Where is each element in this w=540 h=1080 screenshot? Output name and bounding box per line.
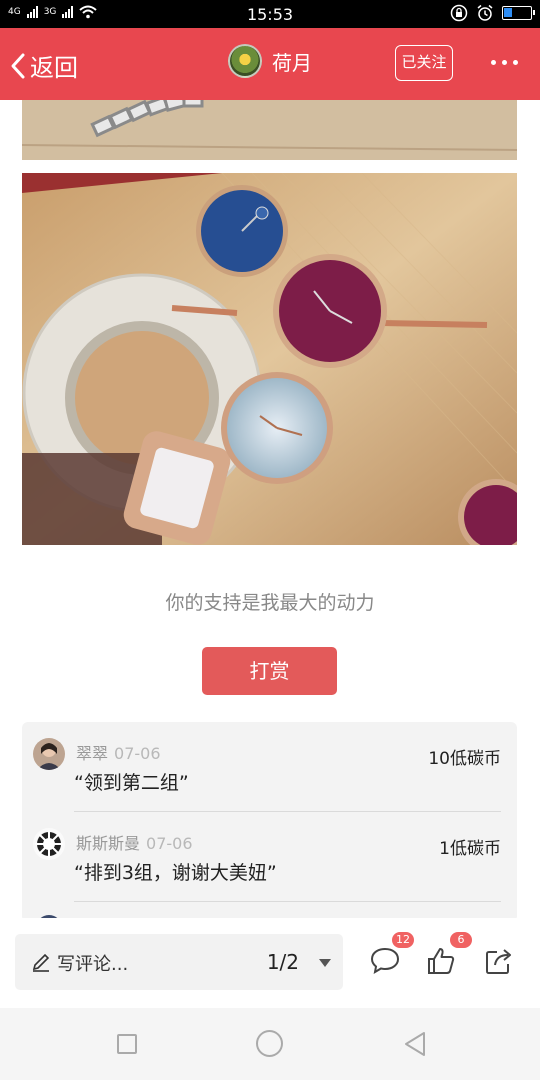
comment-date: 07-06 — [114, 744, 161, 763]
follow-button[interactable]: 已关注 — [395, 45, 453, 81]
avatar[interactable] — [33, 828, 65, 860]
back-button[interactable]: 返回 — [10, 48, 78, 83]
battery-icon — [502, 6, 535, 20]
avatar[interactable] — [33, 738, 65, 770]
back-triangle-icon[interactable] — [402, 1030, 428, 1058]
list-item[interactable]: 翠翠 07-06 10低碳币 “领到第二组” — [22, 722, 517, 812]
commenter-name-text[interactable]: 斯斯斯曼 — [76, 834, 140, 853]
bottom-action-bar: 写评论... 1/2 12 6 — [0, 918, 540, 1008]
author-info[interactable]: 荷月 — [228, 44, 312, 78]
commenter-name-text[interactable]: 翠翠 — [76, 744, 108, 763]
post-image-1[interactable] — [22, 100, 517, 160]
more-dots-icon[interactable] — [491, 60, 518, 65]
like-count-badge: 6 — [450, 932, 472, 948]
commenter-name[interactable]: 翠翠 07-06 — [76, 740, 161, 764]
tip-list: 翠翠 07-06 10低碳币 “领到第二组” 斯斯斯曼 07-06 1低碳币 “排到… — [22, 722, 517, 918]
comment-placeholder: 写评论... — [57, 954, 129, 975]
post-image-watches[interactable] — [22, 173, 517, 545]
comment-date: 07-06 — [146, 834, 193, 853]
chevron-down-icon[interactable] — [319, 959, 331, 967]
post-content[interactable]: 你的支持是我最大的动力 打赏 翠翠 07-06 10低碳币 “领到第二组” 斯斯斯… — [0, 100, 540, 918]
page-indicator[interactable]: 1/2 — [267, 950, 299, 974]
share-button[interactable] — [484, 946, 514, 980]
author-name[interactable]: 荷月 — [272, 47, 312, 76]
lock-rotation-icon — [450, 4, 468, 22]
comment-count-badge: 12 — [392, 932, 414, 948]
status-bar: 4G 3G 15:53 — [0, 0, 540, 28]
top-nav-bar: 返回 荷月 已关注 — [0, 28, 540, 100]
system-navigation-bar — [0, 1008, 540, 1080]
divider — [74, 901, 501, 902]
battery-level — [504, 8, 512, 17]
avatar[interactable] — [228, 44, 262, 78]
comment-icon — [370, 947, 400, 974]
tip-amount: 10低碳币 — [428, 749, 501, 769]
like-button[interactable]: 6 — [426, 932, 472, 980]
comment-input[interactable]: 写评论... 1/2 — [15, 934, 343, 990]
back-label: 返回 — [30, 54, 78, 82]
comment-button[interactable]: 12 — [370, 932, 414, 978]
tip-amount: 1低碳币 — [439, 839, 501, 859]
chevron-left-icon — [11, 53, 25, 78]
home-button[interactable] — [256, 1030, 283, 1057]
tip-button[interactable]: 打赏 — [202, 647, 337, 695]
comment-text: “领到第二组” — [74, 772, 189, 794]
commenter-name[interactable]: 斯斯斯曼 07-06 — [76, 830, 193, 854]
comment-text: “排到3组，谢谢大美妞” — [74, 862, 277, 884]
pen-icon — [32, 953, 50, 972]
support-message: 你的支持是我最大的动力 — [165, 592, 375, 614]
share-icon — [486, 949, 511, 974]
list-item[interactable]: 斯斯斯曼 07-06 1低碳币 “排到3组，谢谢大美妞” — [22, 812, 517, 902]
thumbs-up-icon — [428, 948, 455, 974]
alarm-icon — [477, 4, 493, 21]
recent-apps-button[interactable] — [117, 1034, 137, 1054]
